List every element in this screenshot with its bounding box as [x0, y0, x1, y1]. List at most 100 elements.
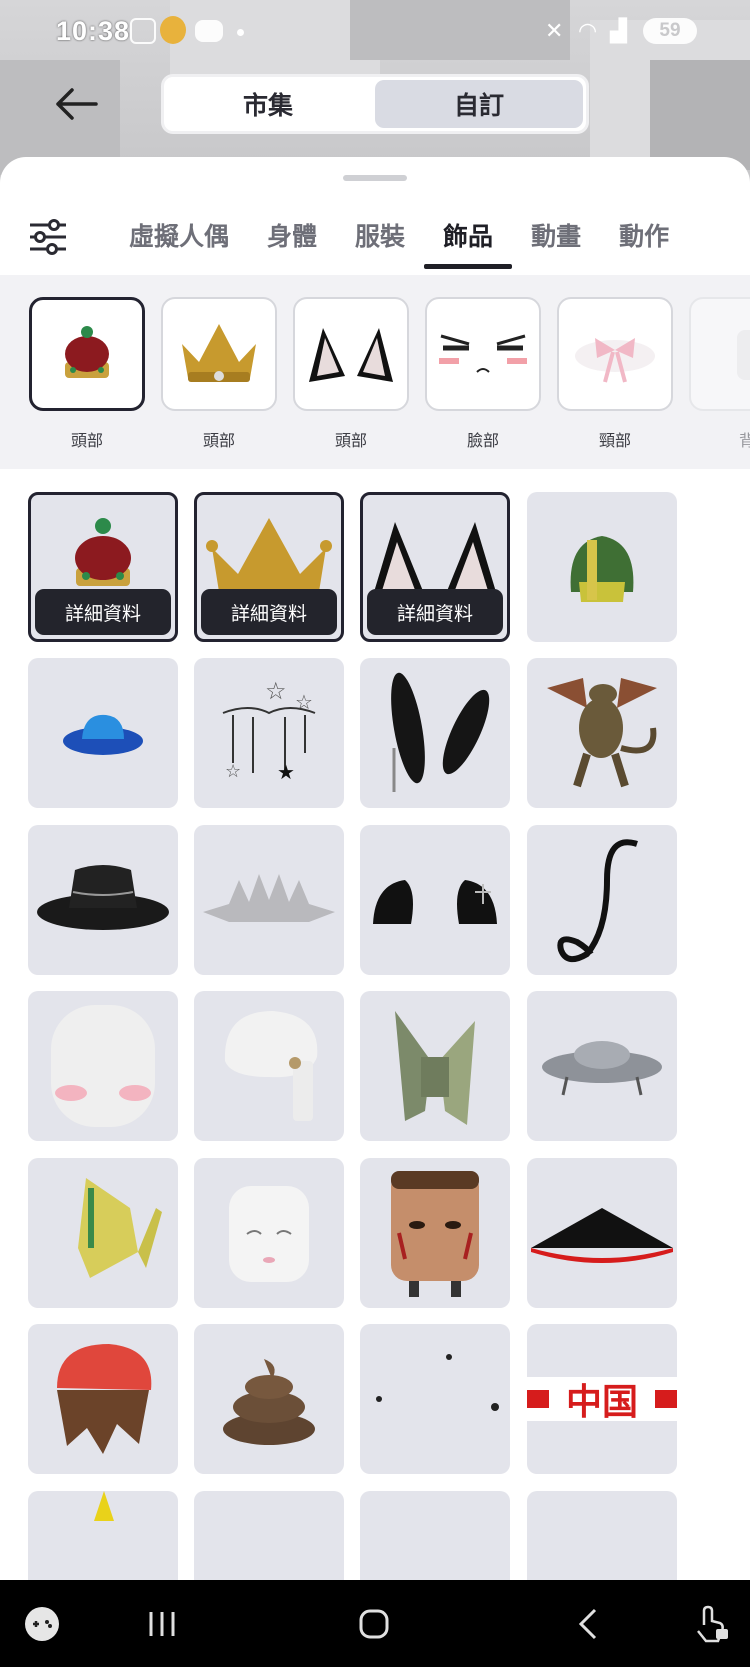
flag-icon — [654, 1390, 677, 1408]
cat-ears-icon — [293, 297, 409, 411]
cat-ears-icon — [371, 522, 499, 602]
grid-item[interactable]: ☆ ☆ ★ ☆ — [194, 658, 344, 808]
poop-icon — [223, 1359, 315, 1445]
sheet-drag-handle[interactable] — [343, 175, 407, 181]
screenshot-icon — [130, 18, 156, 44]
equipped-item-label: 背 — [738, 433, 750, 450]
grid-item[interactable] — [28, 658, 178, 808]
blush-face-icon — [425, 297, 541, 411]
filter-button[interactable] — [28, 219, 68, 255]
equipped-item[interactable]: 臉部 — [425, 297, 541, 451]
equipped-item[interactable]: 頭部 — [293, 297, 409, 451]
grid-item[interactable] — [360, 1324, 510, 1474]
grid-item[interactable] — [527, 825, 677, 975]
equipped-item-label: 頭部 — [70, 433, 103, 450]
flies-icon — [376, 1354, 499, 1411]
app-notification-icon — [160, 16, 186, 44]
svg-text:☆: ☆ — [265, 678, 287, 705]
grid-item-cat-ears[interactable]: 詳細資料 — [360, 492, 510, 642]
grid-item[interactable] — [194, 825, 344, 975]
grid-item[interactable] — [360, 1158, 510, 1308]
tab-emotes[interactable]: 動作 — [600, 209, 688, 265]
blue-hat-icon — [63, 714, 143, 755]
grid-item[interactable] — [28, 991, 178, 1141]
grid-item[interactable]: 中国 — [527, 1324, 677, 1474]
status-bar: 10:38 ✕ ◠ ▟ 59 — [0, 0, 750, 62]
grid-item[interactable] — [28, 825, 178, 975]
grid-item[interactable] — [194, 1158, 344, 1308]
game-tools-icon[interactable] — [20, 1580, 64, 1667]
segment-customize[interactable]: 自訂 — [375, 80, 583, 128]
gold-crown-icon — [206, 518, 332, 598]
touch-lock-icon[interactable] — [690, 1580, 734, 1667]
equipped-item-label: 頸部 — [598, 433, 631, 450]
grid-item[interactable] — [194, 1491, 344, 1580]
black-cat-ears-icon — [373, 880, 497, 924]
black-fedora-icon — [37, 865, 169, 930]
grid-item[interactable] — [360, 991, 510, 1141]
face-paint-head-icon — [391, 1171, 479, 1297]
equipped-item-label: 頭部 — [334, 433, 367, 450]
grid-item[interactable] — [194, 1324, 344, 1474]
flag-icon — [527, 1390, 549, 1408]
svg-text:☆: ☆ — [295, 692, 313, 714]
grid-item[interactable] — [360, 825, 510, 975]
equipped-item[interactable]: 頸部 — [557, 297, 673, 451]
back-button[interactable] — [52, 84, 100, 124]
grid-item[interactable] — [527, 492, 677, 642]
tab-animations[interactable]: 動畫 — [512, 209, 600, 265]
back-nav-button[interactable] — [566, 1580, 610, 1667]
equipped-item[interactable]: 背 — [689, 297, 750, 451]
tab-avatar[interactable]: 虛擬人偶 — [110, 209, 248, 265]
grid-item[interactable] — [527, 991, 677, 1141]
black-tail-icon — [557, 839, 638, 963]
grid-item-gold-crown[interactable]: 詳細資料 — [194, 492, 344, 642]
grid-item-crown[interactable]: 詳細資料 — [28, 492, 178, 642]
details-button[interactable]: 詳細資料 — [35, 589, 171, 635]
equipped-item[interactable]: 頭部 — [29, 297, 145, 451]
dragon-icon — [547, 678, 657, 788]
equipped-items-row: 頭部 頭部 頭部 臉部 頸部 背 — [0, 275, 750, 469]
system-navigation-bar — [0, 1580, 750, 1667]
black-bunny-ears-icon — [391, 672, 490, 792]
grid-item[interactable] — [194, 991, 344, 1141]
grid-item[interactable] — [28, 1324, 178, 1474]
equipped-item[interactable]: 頭部 — [161, 297, 277, 451]
star-chains-icon: ☆ ☆ ★ ☆ — [222, 678, 316, 784]
details-button[interactable]: 詳細資料 — [367, 589, 503, 635]
svg-text:★: ★ — [277, 762, 295, 784]
grid-item[interactable] — [28, 1158, 178, 1308]
grid-item[interactable] — [28, 1491, 178, 1580]
grid-item[interactable] — [527, 658, 677, 808]
segment-marketplace[interactable]: 市集 — [164, 77, 372, 131]
white-blush-head-icon — [51, 1005, 155, 1127]
mute-icon: ✕ — [545, 18, 564, 43]
wifi-icon: ◠ — [578, 18, 598, 43]
more-notifications-dot — [237, 29, 244, 36]
signal-icon: ▟ — [610, 18, 627, 43]
china-headband-icon: 中国 — [527, 1377, 677, 1423]
tab-clothing[interactable]: 服裝 — [336, 209, 424, 265]
grid-item[interactable] — [527, 1491, 677, 1580]
pink-bow-icon — [557, 297, 673, 411]
recent-apps-button[interactable] — [140, 1580, 184, 1667]
grid-item[interactable] — [360, 658, 510, 808]
grid-item[interactable] — [360, 1491, 510, 1580]
headband-text: 中国 — [565, 1382, 638, 1423]
category-tabs: 虛擬人偶 身體 服裝 飾品 動畫 動作 — [110, 209, 688, 269]
crown-red-icon — [29, 297, 145, 411]
back-item-icon — [689, 297, 750, 411]
tab-accessories[interactable]: 飾品 — [424, 209, 513, 269]
white-turban-icon — [224, 1011, 318, 1121]
arrow-left-icon — [56, 88, 98, 120]
marshmallow-face-icon — [229, 1186, 309, 1282]
green-hood-icon — [570, 536, 634, 602]
details-button[interactable]: 詳細資料 — [201, 589, 337, 635]
money-origami-icon — [395, 1011, 475, 1125]
equipped-item-label: 臉部 — [466, 433, 499, 450]
yellow-device-icon — [78, 1178, 162, 1278]
svg-text:☆: ☆ — [225, 761, 241, 781]
home-button[interactable] — [352, 1580, 396, 1667]
tab-body[interactable]: 身體 — [248, 209, 336, 265]
grid-item[interactable] — [527, 1158, 677, 1308]
